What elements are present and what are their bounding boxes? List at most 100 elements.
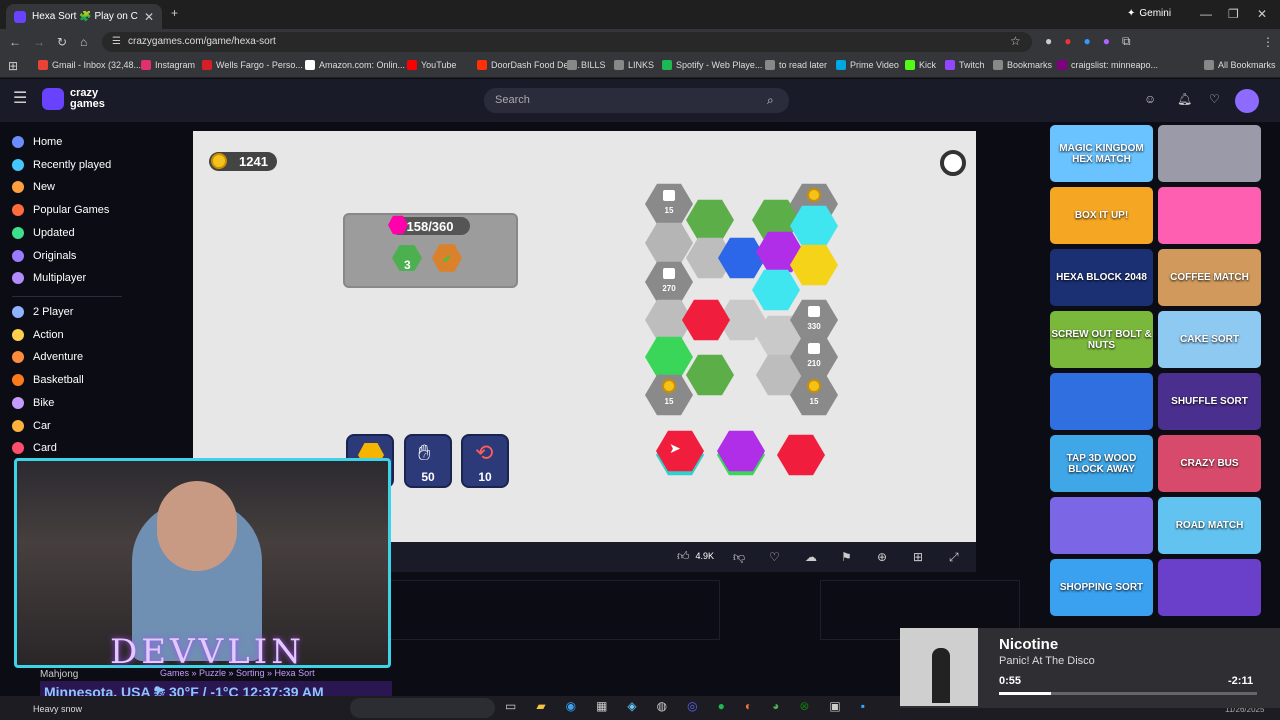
bookmark-item[interactable]: Gmail - Inbox (32,48... <box>38 60 141 70</box>
game-thumbnail[interactable]: SHOPPING SORT <box>1050 559 1153 616</box>
favorites-heart-icon[interactable]: ♡ <box>1209 93 1220 105</box>
sidebar-item-multiplayer[interactable]: Multiplayer <box>12 272 86 285</box>
close-window-icon[interactable]: ✕ <box>1257 8 1267 20</box>
bookmark-item[interactable]: Instagram <box>141 60 195 70</box>
bookmark-item[interactable]: Twitch <box>945 60 985 70</box>
search-input[interactable]: Search <box>484 88 789 113</box>
sidebar-category-adventure[interactable]: Adventure <box>12 351 83 364</box>
game-thumbnail[interactable]: CRAZY BUS <box>1158 435 1261 492</box>
reload-icon[interactable]: ↻ <box>57 36 67 48</box>
favorite-heart-icon[interactable]: ♡ <box>769 551 780 563</box>
game-thumbnail[interactable]: TAP 3D WOOD BLOCK AWAY <box>1050 435 1153 492</box>
bookmark-item[interactable]: Bookmarks <box>993 60 1052 70</box>
game-thumbnail[interactable] <box>1050 497 1153 554</box>
sidebar-category-2-player[interactable]: 2 Player <box>12 306 73 318</box>
site-info-icon[interactable]: ☰ <box>112 36 121 48</box>
sidebar-item-home[interactable]: Home <box>12 136 62 148</box>
game-thumbnail[interactable]: CAKE SORT <box>1158 311 1261 368</box>
theater-mode-icon[interactable]: ⊞ <box>913 551 923 563</box>
bookmark-item[interactable]: craigslist: minneapo... <box>1057 60 1158 70</box>
bookmark-item[interactable]: to read later <box>765 60 827 70</box>
file-explorer-icon[interactable]: ▰ <box>536 700 545 712</box>
game-thumbnail[interactable]: COFFEE MATCH <box>1158 249 1261 306</box>
settings-gear-icon[interactable] <box>940 150 966 176</box>
extension-icon[interactable]: ● <box>1064 35 1071 47</box>
search-icon[interactable]: ⌕ <box>767 94 774 106</box>
game-thumbnail[interactable]: BOX IT UP! <box>1050 187 1153 244</box>
sidebar-category-action[interactable]: Action <box>12 328 64 341</box>
sidebar-item-originals[interactable]: Originals <box>12 249 76 262</box>
store-icon[interactable]: ▦ <box>596 700 607 712</box>
extension-icon[interactable]: ● <box>1045 35 1052 47</box>
sidebar-item-mahjong[interactable]: Mahjong <box>40 669 78 680</box>
notifications-bell-icon[interactable]: 🔔︎ <box>1177 93 1192 105</box>
chrome-icon[interactable]: ◕ <box>772 700 779 712</box>
game-thumbnail[interactable]: HEXA BLOCK 2048 <box>1050 249 1153 306</box>
bookmark-item[interactable]: YouTube <box>407 60 456 70</box>
sidebar-item-updated[interactable]: Updated <box>12 226 75 239</box>
extension-icon[interactable]: ● <box>1084 35 1091 47</box>
booster-hand[interactable]: ✋︎ 50 <box>404 434 452 488</box>
sidebar-item-recently-played[interactable]: Recently played <box>12 158 111 171</box>
report-icon[interactable]: ⚑ <box>841 551 852 563</box>
share-icon[interactable]: ⊕ <box>877 551 887 563</box>
browser-tab[interactable]: Hexa Sort 🧩 Play on CrazyGames ✕ <box>6 4 162 29</box>
bookmark-item[interactable]: BILLS <box>567 60 606 70</box>
game-thumbnail[interactable]: SHUFFLE SORT <box>1158 373 1261 430</box>
sidebar-category-car[interactable]: Car <box>12 419 51 432</box>
game-thumbnail[interactable]: SCREW OUT BOLT & NUTS <box>1050 311 1153 368</box>
edge-icon[interactable]: ◉ <box>566 700 576 712</box>
all-bookmarks[interactable]: All Bookmarks <box>1204 60 1276 70</box>
apps-grid-icon[interactable]: ⊞ <box>8 60 18 72</box>
game-thumbnail[interactable]: ROAD MATCH <box>1158 497 1261 554</box>
game-thumbnail[interactable] <box>1050 373 1153 430</box>
bookmark-item[interactable]: Spotify - Web Playe... <box>662 60 762 70</box>
taskbar-app-icon[interactable]: ▣ <box>829 700 840 712</box>
close-tab-icon[interactable]: ✕ <box>144 11 154 23</box>
bookmark-item[interactable]: Amazon.com: Onlin... <box>305 60 405 70</box>
taskbar-app-icon[interactable]: ▭ <box>505 700 516 712</box>
hamburger-menu-icon[interactable]: ☰ <box>13 91 27 107</box>
sidebar-category-basketball[interactable]: Basketball <box>12 374 84 387</box>
sidebar-item-popular-games[interactable]: Popular Games <box>12 204 109 217</box>
bookmark-item[interactable]: LINKS <box>614 60 654 70</box>
bookmark-item[interactable]: DoorDash Food Deli... <box>477 60 580 70</box>
gemini-button[interactable]: ✦ Gemini <box>1127 8 1171 19</box>
browser-menu-icon[interactable]: ⋮ <box>1262 36 1274 48</box>
minimize-icon[interactable]: — <box>1200 8 1212 20</box>
extensions-puzzle-icon[interactable]: ⧉ <box>1122 35 1131 47</box>
steam-icon[interactable]: ◍ <box>657 700 667 712</box>
game-thumbnail[interactable] <box>1158 125 1261 182</box>
new-tab-icon[interactable]: + <box>171 7 178 19</box>
like-button[interactable]: 👍︎ 4.9K <box>677 550 714 562</box>
home-icon[interactable]: ⌂ <box>80 36 87 48</box>
fullscreen-icon[interactable]: ⤢ <box>949 551 959 563</box>
bookmark-item[interactable]: Kick <box>905 60 936 70</box>
thumbs-down-icon[interactable]: 👎︎ <box>733 551 745 563</box>
xbox-icon[interactable]: ⊗ <box>799 700 809 712</box>
taskbar-weather[interactable]: Heavy snow <box>33 704 82 714</box>
discord-icon[interactable]: ◎ <box>687 700 697 712</box>
bookmark-star-icon[interactable]: ☆ <box>1010 35 1021 47</box>
cloud-save-icon[interactable]: ☁ <box>805 551 817 563</box>
sidebar-category-bike[interactable]: Bike <box>12 396 54 409</box>
friends-icon[interactable]: ☺ <box>1144 93 1156 105</box>
bookmark-item[interactable]: Wells Fargo - Perso... <box>202 60 303 70</box>
spotify-icon[interactable]: ● <box>718 700 725 712</box>
song-progress-track[interactable] <box>999 692 1257 695</box>
firefox-icon[interactable]: ◐ <box>745 700 752 712</box>
booster-swap[interactable]: ⟲ 10 <box>461 434 509 488</box>
game-thumbnail[interactable]: MAGIC KINGDOM HEX MATCH <box>1050 125 1153 182</box>
avatar[interactable] <box>1235 89 1259 113</box>
photoshop-icon[interactable]: ▪ <box>861 700 865 712</box>
game-thumbnail[interactable] <box>1158 559 1261 616</box>
game-thumbnail[interactable] <box>1158 187 1261 244</box>
bookmark-item[interactable]: Prime Video <box>836 60 899 70</box>
sidebar-category-card[interactable]: Card <box>12 442 57 455</box>
restore-icon[interactable]: ❐ <box>1228 8 1239 20</box>
copilot-icon[interactable]: ◈ <box>627 700 636 712</box>
taskbar-search[interactable] <box>350 698 495 718</box>
address-bar[interactable]: crazygames.com/game/hexa-sort <box>102 32 1032 52</box>
forward-icon[interactable]: → <box>33 36 45 48</box>
extension-icon[interactable]: ● <box>1103 35 1110 47</box>
